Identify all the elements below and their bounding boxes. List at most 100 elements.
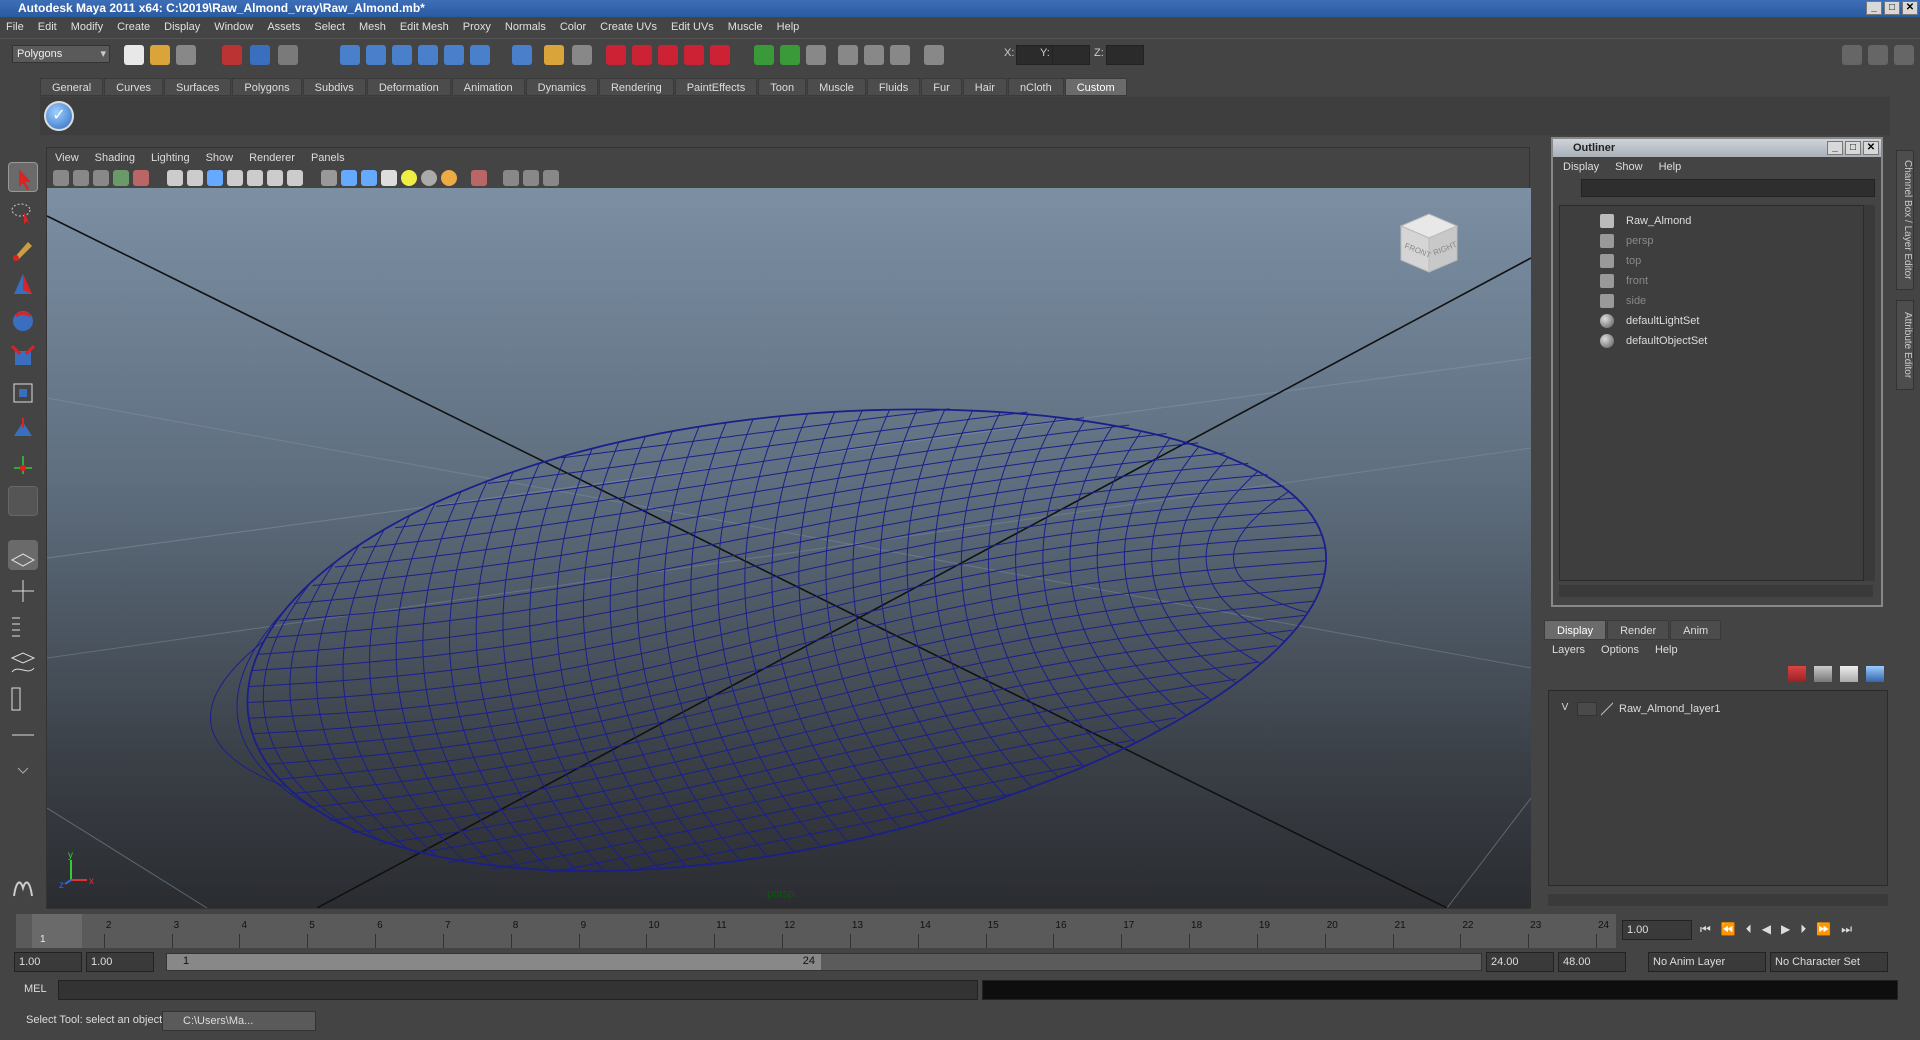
tab-ncloth[interactable]: nCloth xyxy=(1007,78,1064,96)
tab-general[interactable]: General xyxy=(40,78,104,96)
move-tool-icon[interactable] xyxy=(8,270,38,300)
new-layer-from-selected-icon[interactable] xyxy=(1866,666,1884,682)
move-layer-down-icon[interactable] xyxy=(1814,666,1832,682)
xray-joints-icon[interactable] xyxy=(523,170,539,186)
range-handle[interactable]: 1 24 xyxy=(167,954,821,970)
resolution-gate-icon[interactable] xyxy=(207,170,223,186)
menu-normals[interactable]: Normals xyxy=(505,21,546,33)
tab-hair[interactable]: Hair xyxy=(962,78,1007,96)
viewport-canvas[interactable]: FRONT RIGHT y x z persp xyxy=(47,188,1531,908)
scale-tool-icon[interactable] xyxy=(8,342,38,372)
tab-muscle[interactable]: Muscle xyxy=(807,78,866,96)
step-forward-frame-icon[interactable]: ⏵ xyxy=(1800,922,1806,937)
wireframe-on-shaded-icon[interactable] xyxy=(361,170,377,186)
image-plane-icon[interactable] xyxy=(113,170,129,186)
move-layer-up-icon[interactable] xyxy=(1788,666,1806,682)
snap-plane-icon[interactable] xyxy=(418,45,438,65)
camera-attributes-icon[interactable] xyxy=(73,170,89,186)
input-line-options-icon[interactable] xyxy=(780,45,800,65)
two-d-pan-zoom-icon[interactable] xyxy=(133,170,149,186)
grid-icon[interactable] xyxy=(167,170,183,186)
list-item[interactable]: side xyxy=(1600,292,1646,310)
tab-polygons[interactable]: Polygons xyxy=(232,78,302,96)
time-slider-track[interactable]: 1234567891011121314151617181920212223241 xyxy=(16,914,1616,948)
step-back-frame-icon[interactable]: ⏴ xyxy=(1746,922,1752,937)
rotate-tool-icon[interactable] xyxy=(8,306,38,336)
menu-select[interactable]: Select xyxy=(314,21,345,33)
use-all-lights-icon[interactable] xyxy=(401,170,417,186)
list-item[interactable]: top xyxy=(1600,252,1641,270)
outliner-horizontal-scrollbar[interactable] xyxy=(1559,585,1873,597)
menu-display[interactable]: Display xyxy=(164,21,200,33)
paint-select-tool-icon[interactable] xyxy=(8,234,38,264)
view-cube[interactable]: FRONT RIGHT xyxy=(1391,206,1461,276)
character-set-selector[interactable]: No Character Set xyxy=(1770,952,1888,972)
bookmarks-icon[interactable] xyxy=(93,170,109,186)
close-button[interactable]: ✕ xyxy=(1902,1,1918,15)
show-hide-tool-settings-icon[interactable] xyxy=(1868,45,1888,65)
select-object-icon[interactable] xyxy=(250,45,270,65)
rotate-icon[interactable] xyxy=(890,45,910,65)
gate-mask-icon[interactable] xyxy=(227,170,243,186)
y-field[interactable] xyxy=(1052,45,1090,65)
tab-channel-box-layer-editor[interactable]: Channel Box / Layer Editor xyxy=(1896,150,1914,290)
snap-surface-icon[interactable] xyxy=(444,45,464,65)
menu-muscle[interactable]: Muscle xyxy=(728,21,763,33)
save-scene-icon[interactable] xyxy=(176,45,196,65)
vp-menu-show[interactable]: Show xyxy=(206,152,234,164)
list-item[interactable]: front xyxy=(1600,272,1648,290)
xray-components-icon[interactable] xyxy=(543,170,559,186)
construction-history-icon[interactable] xyxy=(572,45,592,65)
outliner-menu-display[interactable]: Display xyxy=(1563,161,1599,173)
tab-fur[interactable]: Fur xyxy=(921,78,962,96)
persp-graph-layout-icon[interactable] xyxy=(8,648,38,678)
layers-menu-options[interactable]: Options xyxy=(1601,644,1639,656)
playback-end-field[interactable]: 24.00 xyxy=(1486,952,1554,972)
manipulator-tool-icon[interactable] xyxy=(8,378,38,408)
film-gate-icon[interactable] xyxy=(187,170,203,186)
snap-view-icon[interactable] xyxy=(470,45,490,65)
render-view-icon[interactable] xyxy=(710,45,730,65)
menu-proxy[interactable]: Proxy xyxy=(463,21,491,33)
go-to-start-icon[interactable]: ⏮ xyxy=(1700,922,1711,937)
tab-display-layers[interactable]: Display xyxy=(1544,620,1607,640)
vp-menu-shading[interactable]: Shading xyxy=(95,152,135,164)
outliner-minimize-button[interactable]: _ xyxy=(1827,141,1843,155)
layer-row[interactable]: V Raw_Almond_layer1 xyxy=(1557,701,1721,717)
tab-toon[interactable]: Toon xyxy=(758,78,807,96)
layer-editor-horizontal-scrollbar[interactable] xyxy=(1548,894,1888,906)
command-input[interactable] xyxy=(58,980,978,1000)
minimize-button[interactable]: _ xyxy=(1866,1,1882,15)
select-hierarchy-icon[interactable] xyxy=(222,45,242,65)
menu-modify[interactable]: Modify xyxy=(71,21,103,33)
tab-subdivs[interactable]: Subdivs xyxy=(302,78,366,96)
step-forward-key-icon[interactable]: ⏩ xyxy=(1816,922,1831,937)
menu-create[interactable]: Create xyxy=(117,21,150,33)
playback-start-field[interactable]: 1.00 xyxy=(86,952,154,972)
menu-edit-mesh[interactable]: Edit Mesh xyxy=(400,21,449,33)
tab-custom[interactable]: Custom xyxy=(1064,78,1127,96)
new-scene-icon[interactable] xyxy=(124,45,144,65)
lock-icon[interactable] xyxy=(544,45,564,65)
tab-animation[interactable]: Animation xyxy=(451,78,525,96)
layout-expand-icon[interactable] xyxy=(8,762,38,778)
layer-color-swatch-icon[interactable] xyxy=(1601,702,1613,716)
tab-painteffects[interactable]: PaintEffects xyxy=(674,78,758,96)
transform-icon[interactable] xyxy=(838,45,858,65)
tab-anim-layers[interactable]: Anim xyxy=(1670,620,1722,640)
layers-menu-layers[interactable]: Layers xyxy=(1552,644,1585,656)
outliner-persp-layout-icon[interactable] xyxy=(8,612,38,642)
input-line-icon[interactable] xyxy=(754,45,774,65)
maximize-button[interactable]: □ xyxy=(1884,1,1900,15)
current-frame-field[interactable]: 1.00 xyxy=(1622,920,1692,940)
range-bar[interactable]: 1 24 xyxy=(166,953,1482,971)
snap-point-icon[interactable] xyxy=(392,45,412,65)
layer-playback-toggle[interactable] xyxy=(1577,702,1597,716)
safe-title-icon[interactable] xyxy=(287,170,303,186)
lasso-tool-icon[interactable] xyxy=(8,198,38,228)
tab-render-layers[interactable]: Render xyxy=(1607,620,1670,640)
outliner-maximize-button[interactable]: □ xyxy=(1845,141,1861,155)
snap-curve-icon[interactable] xyxy=(366,45,386,65)
help-icon[interactable] xyxy=(512,45,532,65)
layers-menu-help[interactable]: Help xyxy=(1655,644,1678,656)
